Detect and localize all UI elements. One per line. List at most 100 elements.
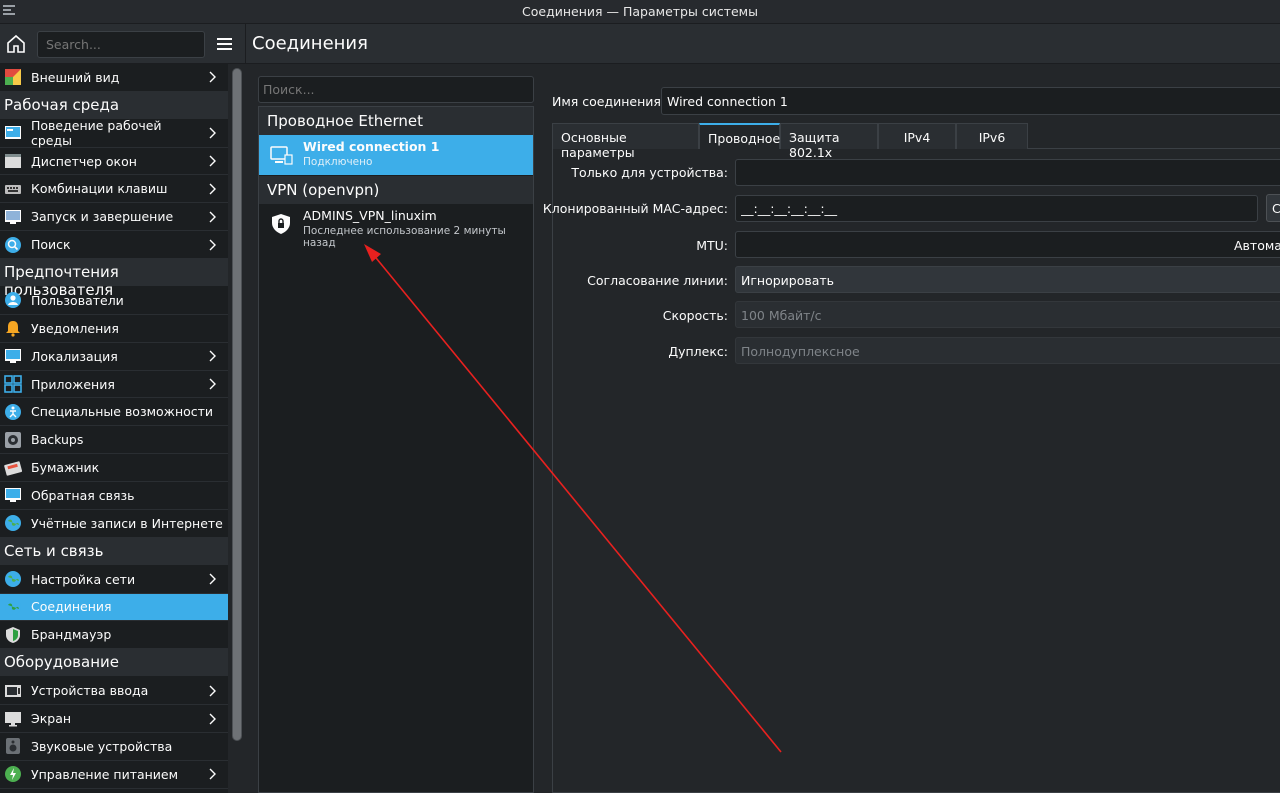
group-header-ethernet: Проводное Ethernet <box>259 107 533 135</box>
sidebar-item[interactable]: Пользователи <box>0 287 228 315</box>
sidebar-item[interactable]: Уведомления <box>0 315 228 343</box>
connection-name-label: Имя соединения: <box>552 94 666 109</box>
mtu-value: Автомат <box>1234 238 1280 253</box>
users-icon <box>5 292 21 309</box>
sidebar-item-label: Обратная связь <box>31 487 135 503</box>
connection-status: Последнее использование 2 минуты назад <box>303 225 506 249</box>
chevron-right-icon <box>209 127 216 139</box>
sidebar-item[interactable]: Экран <box>0 705 228 733</box>
sidebar-item[interactable]: Комбинации клавиш <box>0 176 228 204</box>
mac-label: Клонированный MAC-адрес: <box>542 201 728 216</box>
backup-icon <box>5 431 21 448</box>
sidebar-item-label: Устройства ввода <box>31 683 149 699</box>
sidebar-item-label: Уведомления <box>31 320 119 336</box>
chevron-right-icon <box>209 378 216 390</box>
mac-address-input[interactable] <box>735 195 1258 222</box>
chevron-right-icon <box>209 685 216 697</box>
sidebar-item[interactable]: Приложения <box>0 371 228 399</box>
connection-name: Wired connection 1 <box>303 139 440 154</box>
chevron-right-icon <box>209 573 216 585</box>
display-icon <box>5 711 21 727</box>
main-header <box>245 24 1280 64</box>
connection-name: ADMINS_VPN_linuxim <box>303 208 437 223</box>
negotiation-combo[interactable]: Игнорировать <box>735 266 1280 293</box>
chevron-right-icon <box>209 768 216 780</box>
sidebar-scrollbar[interactable] <box>232 68 242 741</box>
input-devices-icon <box>5 684 21 697</box>
tab-ipv6[interactable]: IPv6 <box>956 123 1028 149</box>
sidebar-category: Оборудование <box>0 649 228 677</box>
keyboard-icon <box>5 184 21 194</box>
sidebar-item-label: Соединения <box>31 599 112 615</box>
sidebar-item-label: Поведение рабочей среды <box>31 118 162 149</box>
sidebar-item-label: Бумажник <box>31 460 100 476</box>
speed-combo: 100 Мбайт/с <box>735 301 1280 328</box>
tab-wired[interactable]: Проводное <box>699 123 780 149</box>
chevron-right-icon <box>209 71 216 83</box>
sidebar-item[interactable]: Backups <box>0 426 228 455</box>
online-accounts-icon <box>5 515 21 532</box>
applications-icon <box>4 375 22 393</box>
sidebar-item[interactable]: Локализация <box>0 343 228 371</box>
chevron-right-icon <box>209 155 216 167</box>
sidebar-category: Сеть и связь <box>0 537 228 565</box>
device-combo[interactable] <box>735 159 1280 186</box>
mac-random-button[interactable]: С <box>1266 194 1280 222</box>
chevron-right-icon <box>209 713 216 725</box>
desktop-behavior-icon <box>5 126 21 140</box>
power-icon <box>5 766 21 783</box>
sidebar-item[interactable]: Поведение рабочей среды <box>0 118 228 149</box>
audio-icon <box>6 738 20 755</box>
sidebar-item[interactable]: Внешний вид <box>0 64 228 92</box>
window-manager-icon <box>5 154 21 169</box>
sidebar-item[interactable]: Учётные записи в Интернете <box>0 510 228 538</box>
appearance-icon <box>5 69 21 86</box>
bell-icon <box>6 321 20 337</box>
sidebar-item[interactable]: Обратная связь <box>0 482 228 510</box>
wallet-icon <box>4 460 22 476</box>
sidebar-item-label: Учётные записи в Интернете <box>31 515 223 531</box>
tab-ipv4[interactable]: IPv4 <box>878 123 956 149</box>
sidebar-item[interactable]: Соединения <box>0 593 228 622</box>
locale-icon <box>5 349 21 364</box>
mtu-label: MTU: <box>696 238 728 253</box>
sidebar-item-label: Пользователи <box>31 292 124 308</box>
sidebar-item[interactable]: Устройства ввода <box>0 677 228 706</box>
app-menu-icon[interactable] <box>2 3 16 17</box>
sidebar-item[interactable]: Поиск <box>0 231 228 260</box>
hamburger-menu-icon[interactable] <box>215 33 235 55</box>
connections-icon <box>5 598 21 615</box>
sidebar-item[interactable]: Бумажник <box>0 454 228 482</box>
sidebar-search-input[interactable] <box>37 31 205 58</box>
chevron-right-icon <box>209 350 216 362</box>
sidebar-item[interactable]: Брандмауэр <box>0 621 228 650</box>
sidebar-item[interactable]: Настройка сети <box>0 566 228 594</box>
connection-item-wired[interactable]: Wired connection 1 Подключено <box>259 135 533 175</box>
sidebar-item[interactable]: Управление питанием <box>0 761 228 789</box>
chevron-right-icon <box>209 239 216 251</box>
sidebar-item-label: Локализация <box>31 348 118 364</box>
window-title: Соединения — Параметры системы <box>522 4 758 19</box>
duplex-combo: Полнодуплексное <box>735 337 1280 364</box>
tab-general[interactable]: Основные параметры <box>552 123 699 160</box>
sidebar-item[interactable]: Звуковые устройства <box>0 733 228 761</box>
sidebar-item-label: Экран <box>31 711 72 727</box>
sidebar-item[interactable]: Диспетчер окон <box>0 148 228 176</box>
tab-security-8021x[interactable]: Защита 802.1x <box>780 123 878 160</box>
firewall-icon <box>6 626 20 643</box>
chevron-right-icon <box>209 183 216 195</box>
speed-label: Скорость: <box>662 308 728 323</box>
mtu-spinbox[interactable] <box>735 231 1280 258</box>
sidebar-category: Рабочая среда <box>0 91 228 119</box>
network-settings-icon <box>5 571 21 588</box>
page-title: Соединения <box>252 33 368 54</box>
sidebar-item[interactable]: Специальные возможности <box>0 399 228 427</box>
sidebar-item-label: Звуковые устройства <box>31 738 173 754</box>
sidebar-item-label: Управление питанием <box>31 766 179 782</box>
sidebar-item[interactable]: Запуск и завершение <box>0 203 228 232</box>
duplex-label: Дуплекс: <box>668 344 728 359</box>
connection-item-vpn[interactable]: ADMINS_VPN_linuxim Последнее использован… <box>259 204 533 249</box>
home-icon[interactable] <box>4 31 28 57</box>
connections-search-input[interactable] <box>258 76 534 103</box>
connection-name-input[interactable] <box>661 87 1280 115</box>
